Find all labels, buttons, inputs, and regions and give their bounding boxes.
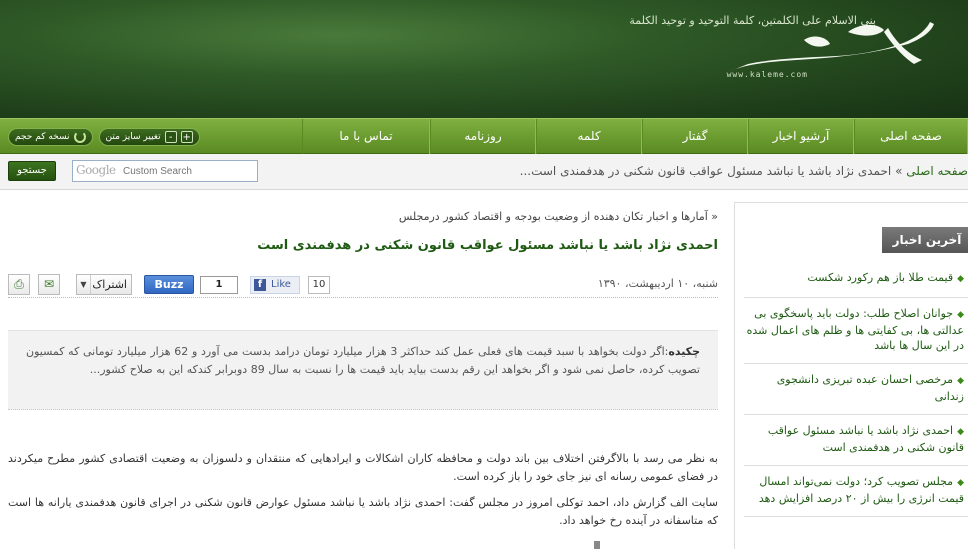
- like-count: 10: [308, 276, 330, 294]
- scrollbar-thumb[interactable]: [594, 541, 600, 549]
- article-summary: چکیده:اگر دولت بخواهد با سبد قیمت های فع…: [8, 330, 718, 410]
- facebook-like-button[interactable]: f Like: [250, 276, 300, 294]
- nav-item-newspaper[interactable]: روزنامه: [430, 119, 536, 155]
- article-body: به نظر می رسد با بالاگرفتن اختلاف بین با…: [8, 450, 718, 538]
- article-paragraph: سایت الف گزارش داد، احمد توکلی امروز در …: [8, 496, 718, 527]
- share-label: اشتراک: [92, 278, 127, 291]
- breadcrumb-home-link[interactable]: صفحه اصلی: [906, 164, 968, 178]
- logo-url: www.kaleme.com: [726, 70, 808, 79]
- bullet-icon: ◆: [957, 376, 964, 386]
- mail-icon: ✉: [43, 277, 55, 291]
- share-button[interactable]: ▼ اشتراک: [76, 274, 132, 295]
- breadcrumb: صفحه اصلی » احمدی نژاد باشد یا نباشد مسئ…: [520, 164, 968, 178]
- nav-item-home[interactable]: صفحه اصلی: [854, 119, 968, 155]
- font-increase-button[interactable]: +: [180, 131, 193, 143]
- summary-label: چکیده: [668, 345, 701, 358]
- news-item[interactable]: ◆مجلس تصویب کرد؛ دولت نمی‌تواند امسال قی…: [744, 466, 968, 517]
- article-title: احمدی نژاد باشد یا نباشد مسئول عواقب قان…: [257, 238, 718, 253]
- news-item-label: مرخصی احسان عبده تبریزی دانشجوی زندانی: [776, 373, 964, 403]
- news-item-label: قیمت طلا باز هم رکورد شکست: [807, 271, 954, 284]
- article-paragraph: به نظر می رسد با بالاگرفتن اختلاف بین با…: [8, 452, 718, 483]
- news-item[interactable]: ◆مرخصی احسان عبده تبریزی دانشجوی زندانی: [744, 364, 968, 415]
- news-item-label: احمدی نژاد باشد یا نباشد مسئول عواقب قان…: [767, 424, 964, 454]
- facebook-icon: f: [254, 279, 266, 291]
- latest-news-heading: آخرین اخبار: [882, 227, 968, 253]
- light-version-label: نسخه کم حجم: [15, 132, 70, 142]
- printer-icon: ⎙: [14, 277, 24, 291]
- breadcrumb-current: احمدی نژاد باشد یا نباشد مسئول عواقب قان…: [519, 164, 892, 178]
- bullet-icon: ◆: [957, 427, 964, 437]
- font-size-label: تغییر سایز متن: [105, 132, 161, 142]
- nav-item-archive[interactable]: آرشیو اخبار: [748, 119, 854, 155]
- news-item-label: مجلس تصویب کرد؛ دولت نمی‌تواند امسال قیم…: [758, 475, 964, 505]
- chevron-down-icon[interactable]: ▼: [77, 275, 91, 294]
- latest-news-list: ◆قیمت طلا باز هم رکورد شکست ◆جوانان اصلا…: [744, 262, 968, 517]
- like-label: Like: [271, 279, 291, 290]
- nav-item-speech[interactable]: گفتار: [642, 119, 748, 155]
- nav-item-kaleme[interactable]: کلمه: [536, 119, 642, 155]
- buzz-button[interactable]: Buzz: [144, 275, 194, 294]
- news-item[interactable]: ◆احمدی نژاد باشد یا نباشد مسئول عواقب قا…: [744, 415, 968, 466]
- bullet-icon: ◆: [957, 310, 964, 320]
- article-date: شنبه، ۱۰ اردیبهشت، ۱۳۹۰: [597, 277, 718, 290]
- site-header: بنی الاسلام علی الکلمتین، کلمة التوحید و…: [0, 0, 968, 118]
- main-nav: صفحه اصلی آرشیو اخبار گفتار کلمه روزنامه…: [0, 118, 968, 155]
- page: بنی الاسلام علی الکلمتین، کلمة التوحید و…: [0, 0, 968, 549]
- news-item[interactable]: ◆جوانان اصلاح طلب: دولت باید پاسخگوی بی …: [744, 298, 968, 364]
- article-meta: شنبه، ۱۰ اردیبهشت، ۱۳۹۰ 10 f Like 1 Buzz…: [8, 272, 718, 298]
- bullet-icon: ◆: [957, 274, 964, 284]
- font-size-control: + - تغییر سایز متن: [98, 128, 200, 146]
- nav-item-contact[interactable]: تماس با ما: [302, 119, 430, 155]
- buzz-count: 1: [200, 276, 238, 294]
- google-logo: Google: [76, 163, 116, 177]
- print-button[interactable]: ⎙: [8, 274, 30, 295]
- font-decrease-button[interactable]: -: [164, 131, 177, 143]
- news-item-label: جوانان اصلاح طلب: دولت باید پاسخگوی بی ع…: [746, 307, 964, 352]
- bullet-icon: ◆: [957, 478, 964, 488]
- news-item[interactable]: ◆قیمت طلا باز هم رکورد شکست: [744, 262, 968, 298]
- refresh-icon: [73, 131, 86, 143]
- breadcrumb-separator: »: [891, 164, 907, 178]
- light-version-button[interactable]: نسخه کم حجم: [8, 128, 93, 146]
- search-button[interactable]: جستجو: [8, 161, 56, 181]
- article-kicker[interactable]: « آمارها و اخبار تکان دهنده از وضعیت بود…: [399, 210, 718, 223]
- summary-text: :اگر دولت بخواهد با سبد قیمت های فعلی عم…: [26, 345, 700, 376]
- email-button[interactable]: ✉: [38, 274, 60, 295]
